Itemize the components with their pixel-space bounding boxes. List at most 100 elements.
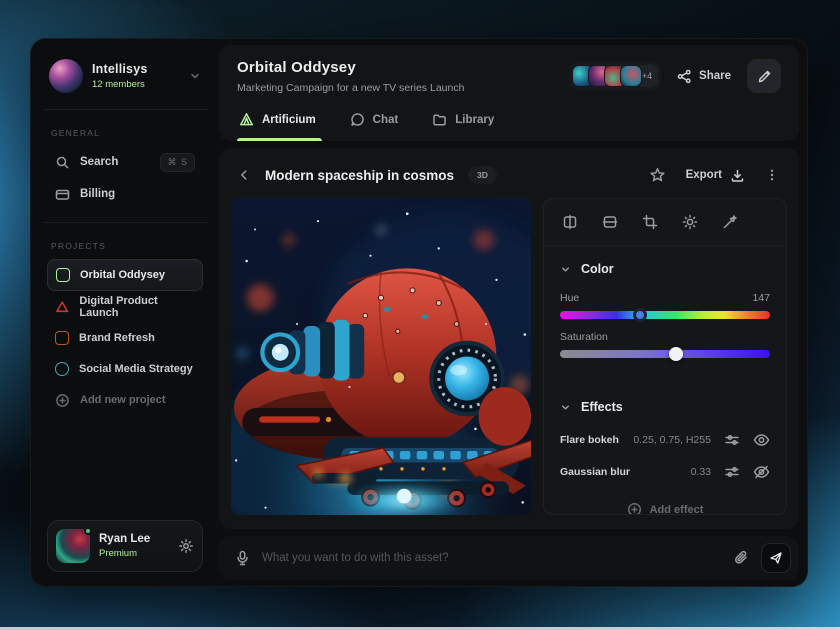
- sidebar-item-project-social-media-strategy[interactable]: Social Media Strategy: [47, 354, 203, 384]
- online-status-dot: [84, 527, 92, 535]
- export-button[interactable]: Export: [686, 168, 745, 183]
- prompt-input[interactable]: [262, 552, 721, 564]
- divider: [43, 222, 207, 223]
- org-avatar: [49, 59, 83, 93]
- asset-workspace: Modern spaceship in cosmos 3D Export: [219, 148, 799, 529]
- org-switcher[interactable]: Intellisys 12 members: [47, 53, 203, 105]
- send-button[interactable]: [761, 543, 791, 573]
- sidebar-item-billing[interactable]: Billing: [47, 178, 203, 210]
- crop-icon[interactable]: [642, 214, 658, 230]
- billing-label: Billing: [80, 188, 195, 200]
- saturation-label: Saturation: [560, 331, 608, 343]
- asset-image-spaceship[interactable]: [231, 198, 531, 515]
- search-label: Search: [80, 156, 150, 168]
- hue-slider-handle[interactable]: [633, 308, 647, 322]
- project-title: Orbital Oddysey: [237, 59, 464, 76]
- chevron-down-icon: [189, 70, 201, 82]
- brightness-icon[interactable]: [682, 214, 698, 230]
- sidebar-item-project-digital-product-launch[interactable]: Digital Product Launch: [47, 292, 203, 322]
- member-avatars[interactable]: +4: [569, 62, 661, 90]
- saturation-slider-handle[interactable]: [669, 347, 683, 361]
- sidebar-item-project-orbital-oddysey[interactable]: Orbital Oddysey: [47, 259, 203, 291]
- add-project-label: Add new project: [80, 394, 166, 406]
- sidebar-item-project-brand-refresh[interactable]: Brand Refresh: [47, 323, 203, 353]
- chevron-down-icon[interactable]: [560, 264, 571, 275]
- search-shortcut-badge: ⌘ S: [160, 153, 195, 172]
- user-profile-card[interactable]: Ryan Lee Premium: [47, 520, 203, 572]
- microphone-icon[interactable]: [235, 550, 250, 566]
- org-members-count: 12 members: [92, 79, 180, 90]
- edit-pencil-icon: [757, 69, 772, 84]
- hue-label: Hue: [560, 292, 579, 304]
- effects-section-title: Effects: [581, 400, 623, 414]
- adjustments-panel: Color Hue 147 Saturation: [543, 198, 787, 515]
- share-icon: [677, 69, 692, 84]
- member-avatar: [620, 65, 642, 87]
- user-plan-badge: Premium: [99, 548, 169, 559]
- hue-slider[interactable]: [560, 311, 770, 319]
- flip-vertical-icon[interactable]: [602, 214, 618, 230]
- billing-icon: [55, 187, 70, 202]
- project-subtitle: Marketing Campaign for a new TV series L…: [237, 82, 464, 94]
- app-window: Intellisys 12 members GENERAL Search ⌘ S…: [30, 38, 808, 587]
- effect-value: 0.25, 0.75, H255: [633, 434, 711, 446]
- magic-wand-icon[interactable]: [722, 214, 738, 230]
- effect-value: 0.33: [691, 466, 711, 478]
- adjust-sliders-icon[interactable]: [724, 464, 740, 480]
- color-section: Color Hue 147 Saturation: [544, 246, 786, 378]
- user-avatar: [56, 529, 90, 563]
- image-tools-toolbar: [544, 199, 786, 246]
- project-square-icon: [56, 268, 70, 282]
- add-new-project-button[interactable]: Add new project: [47, 385, 203, 415]
- project-label: Digital Product Launch: [79, 295, 195, 319]
- sidebar: Intellisys 12 members GENERAL Search ⌘ S…: [37, 45, 213, 580]
- saturation-slider[interactable]: [560, 350, 770, 358]
- project-label: Orbital Oddysey: [80, 269, 165, 281]
- asset-type-badge: 3D: [468, 166, 497, 184]
- tab-library[interactable]: Library: [432, 112, 494, 141]
- project-label: Social Media Strategy: [79, 363, 193, 375]
- flip-horizontal-icon[interactable]: [562, 214, 578, 230]
- attachment-paperclip-icon[interactable]: [733, 550, 749, 566]
- eye-hidden-icon[interactable]: [753, 464, 770, 480]
- effect-row-gaussian-blur: Gaussian blur 0.33: [560, 456, 770, 488]
- effect-row-flare-bokeh: Flare bokeh 0.25, 0.75, H255: [560, 424, 770, 456]
- tab-bar: Artificium Chat Library: [237, 112, 781, 141]
- color-section-title: Color: [581, 262, 614, 276]
- effect-name: Flare bokeh: [560, 434, 620, 446]
- project-header: Orbital Oddysey Marketing Campaign for a…: [219, 45, 799, 141]
- general-section-label: GENERAL: [51, 128, 199, 138]
- share-label: Share: [699, 70, 731, 82]
- add-effect-label: Add effect: [650, 504, 704, 516]
- user-name: Ryan Lee: [99, 533, 169, 545]
- project-circle-icon: [55, 362, 69, 376]
- share-button[interactable]: Share: [677, 69, 731, 84]
- settings-gear-icon[interactable]: [178, 538, 194, 554]
- export-label: Export: [686, 169, 722, 181]
- sidebar-item-search[interactable]: Search ⌘ S: [47, 146, 203, 178]
- tab-chat[interactable]: Chat: [350, 112, 399, 141]
- effects-section: Effects Flare bokeh 0.25, 0.75, H255 Gau…: [544, 384, 786, 515]
- back-button[interactable]: [237, 168, 251, 182]
- add-effect-button[interactable]: Add effect: [560, 488, 770, 515]
- tab-label: Chat: [373, 114, 399, 126]
- more-options-kebab-icon[interactable]: [765, 168, 779, 182]
- project-square-icon: [55, 331, 69, 345]
- chat-bubble-icon: [350, 112, 365, 127]
- chevron-down-icon[interactable]: [560, 402, 571, 413]
- library-folder-icon: [432, 112, 447, 127]
- hue-value: 147: [752, 292, 770, 304]
- asset-title: Modern spaceship in cosmos: [265, 168, 454, 183]
- send-plane-icon: [769, 551, 783, 565]
- plus-circle-icon: [55, 393, 70, 408]
- eye-visible-icon[interactable]: [753, 432, 770, 448]
- adjust-sliders-icon[interactable]: [724, 432, 740, 448]
- favorite-star-icon[interactable]: [649, 167, 666, 184]
- search-icon: [55, 155, 70, 170]
- tab-artificium[interactable]: Artificium: [239, 112, 316, 141]
- tab-label: Library: [455, 114, 494, 126]
- divider: [43, 109, 207, 110]
- edit-button[interactable]: [747, 59, 781, 93]
- tab-label: Artificium: [262, 114, 316, 126]
- effect-name: Gaussian blur: [560, 466, 678, 478]
